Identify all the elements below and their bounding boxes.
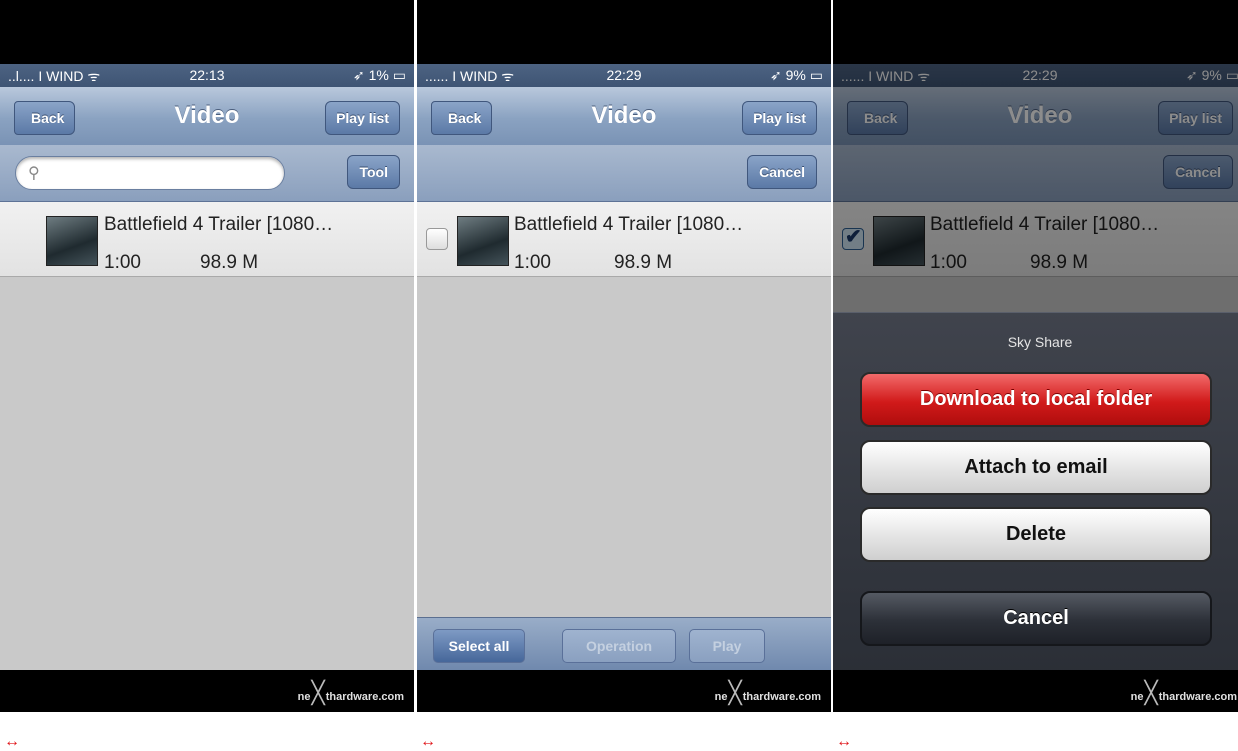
navigation-bar: Back Video Play list: [417, 87, 831, 146]
swap-icon: ↔: [836, 733, 852, 750]
swap-icon: ↔: [420, 733, 436, 750]
cancel-button[interactable]: Cancel: [747, 155, 817, 189]
video-duration: 1:00: [104, 252, 141, 273]
footer: ne╳thardware.com: [833, 670, 1238, 712]
battery-indicator: ➶ 9% ▭: [770, 67, 823, 83]
play-button[interactable]: Play: [689, 629, 765, 663]
video-list: Battlefield 4 Trailer [1080… 1:00 98.9 M: [417, 202, 831, 670]
attach-email-button[interactable]: Attach to email: [860, 440, 1212, 495]
footer: ne╳thardware.com: [417, 670, 831, 712]
delete-button[interactable]: Delete: [860, 507, 1212, 562]
watermark-logo: ne╳thardware.com: [1130, 680, 1237, 705]
video-list: Battlefield 4 Trailer [1080… 1:00 98.9 M: [0, 202, 414, 670]
search-field[interactable]: ⚲: [15, 156, 285, 190]
screen-video-list: ..l.... I WIND ᯤ 22:13 ➶ 1% ▭ Back Video…: [0, 0, 414, 712]
list-item[interactable]: Battlefield 4 Trailer [1080… 1:00 98.9 M: [417, 202, 831, 277]
search-icon: ⚲: [28, 165, 40, 182]
search-toolbar: ⚲ Tool: [0, 145, 414, 202]
video-title: Battlefield 4 Trailer [1080…: [514, 214, 744, 235]
video-size: 98.9 M: [614, 252, 673, 273]
playlist-button[interactable]: Play list: [742, 101, 817, 135]
battery-indicator: ➶ 1% ▭: [353, 67, 406, 83]
tool-button[interactable]: Tool: [347, 155, 400, 189]
operation-button[interactable]: Operation: [562, 629, 676, 663]
watermark-logo: ne╳thardware.com: [714, 680, 821, 705]
footer: ne╳thardware.com: [0, 670, 414, 712]
action-sheet-title: Sky Share: [1007, 334, 1073, 350]
video-size: 98.9 M: [200, 252, 259, 273]
video-thumbnail: [46, 216, 98, 266]
clock: 22:29: [606, 67, 642, 83]
clock: 22:13: [189, 67, 225, 83]
playlist-button[interactable]: Play list: [325, 101, 400, 135]
download-button[interactable]: Download to local folder: [860, 372, 1212, 427]
swap-icon: ↔: [4, 733, 20, 750]
search-input[interactable]: [48, 162, 272, 184]
action-sheet: Sky Share Download to local folder Attac…: [833, 312, 1238, 671]
screen-video-edit: ...... I WIND ᯤ 22:29 ➶ 9% ▭ Back Video …: [417, 0, 831, 712]
list-item[interactable]: Battlefield 4 Trailer [1080… 1:00 98.9 M: [0, 202, 414, 277]
select-checkbox[interactable]: [426, 228, 448, 250]
video-duration: 1:00: [514, 252, 551, 273]
screen-share-sheet: ...... I WIND ᯤ 22:29 ➶ 9% ▭ Back Video …: [833, 0, 1238, 712]
video-thumbnail: [457, 216, 509, 266]
select-all-button[interactable]: Select all: [433, 629, 525, 663]
video-title: Battlefield 4 Trailer [1080…: [104, 214, 334, 235]
navigation-bar: Back Video Play list: [0, 87, 414, 146]
watermark-logo: ne╳thardware.com: [297, 680, 404, 705]
bottom-toolbar: Select all Operation Play: [417, 617, 831, 671]
edit-toolbar: Cancel: [417, 145, 831, 202]
sheet-cancel-button[interactable]: Cancel: [860, 591, 1212, 646]
status-bar: ..l.... I WIND ᯤ 22:13 ➶ 1% ▭: [0, 64, 414, 87]
status-bar: ...... I WIND ᯤ 22:29 ➶ 9% ▭: [417, 64, 831, 87]
